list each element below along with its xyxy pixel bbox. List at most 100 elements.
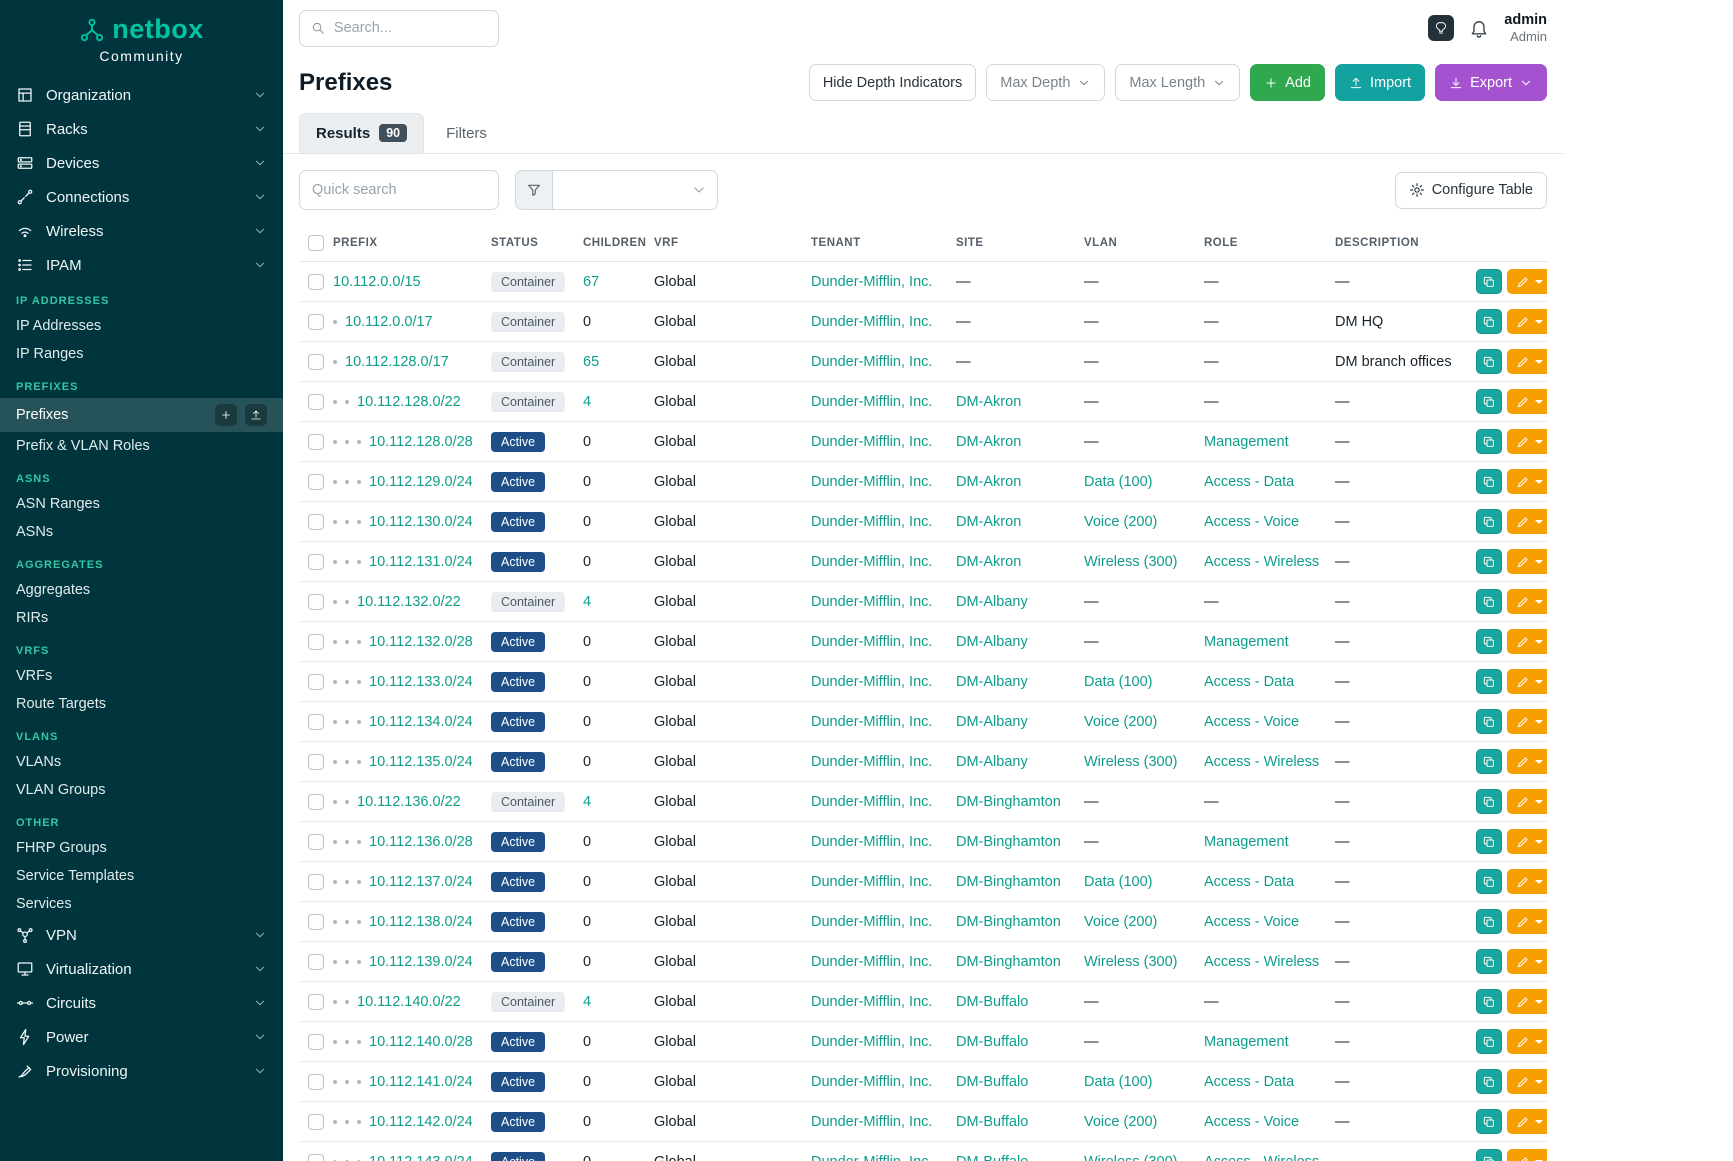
copy-button[interactable] — [1476, 509, 1502, 534]
tenant-link[interactable]: Dunder-Mifflin, Inc. — [811, 554, 932, 570]
edit-button[interactable] — [1507, 389, 1547, 414]
row-checkbox[interactable] — [308, 554, 324, 570]
edit-button[interactable] — [1507, 989, 1547, 1014]
tenant-link[interactable]: Dunder-Mifflin, Inc. — [811, 714, 932, 730]
edit-button[interactable] — [1507, 1029, 1547, 1054]
prefix-link[interactable]: 10.112.0.0/17 — [345, 314, 433, 330]
row-checkbox[interactable] — [308, 954, 324, 970]
sidebar-group-circuits[interactable]: Circuits — [0, 986, 283, 1020]
children-link[interactable]: 65 — [583, 354, 599, 370]
row-checkbox[interactable] — [308, 834, 324, 850]
tenant-link[interactable]: Dunder-Mifflin, Inc. — [811, 994, 932, 1010]
prefix-link[interactable]: 10.112.136.0/22 — [357, 794, 461, 810]
row-checkbox[interactable] — [308, 474, 324, 490]
column-header-vlan[interactable]: VLAN — [1084, 224, 1204, 262]
tenant-link[interactable]: Dunder-Mifflin, Inc. — [811, 914, 932, 930]
tenant-link[interactable]: Dunder-Mifflin, Inc. — [811, 634, 932, 650]
prefix-link[interactable]: 10.112.132.0/22 — [357, 594, 461, 610]
edit-button[interactable] — [1507, 629, 1547, 654]
prefix-link[interactable]: 10.112.137.0/24 — [369, 874, 473, 890]
copy-button[interactable] — [1476, 549, 1502, 574]
site-link[interactable]: DM-Buffalo — [956, 994, 1028, 1010]
tenant-link[interactable]: Dunder-Mifflin, Inc. — [811, 394, 932, 410]
prefix-link[interactable]: 10.112.141.0/24 — [369, 1074, 473, 1090]
sidebar-item-ip-ranges[interactable]: IP Ranges — [0, 340, 283, 368]
edit-button[interactable] — [1507, 309, 1547, 334]
prefix-link[interactable]: 10.112.135.0/24 — [369, 754, 473, 770]
sidebar-item-asns[interactable]: ASNs — [0, 518, 283, 546]
copy-button[interactable] — [1476, 1109, 1502, 1134]
sidebar-item-fhrp-groups[interactable]: FHRP Groups — [0, 834, 283, 862]
row-checkbox[interactable] — [308, 634, 324, 650]
row-checkbox[interactable] — [308, 1074, 324, 1090]
row-checkbox[interactable] — [308, 434, 324, 450]
vlan-link[interactable]: Wireless (300) — [1084, 554, 1177, 570]
select-all-checkbox[interactable] — [308, 235, 324, 251]
configure-table-button[interactable]: Configure Table — [1395, 172, 1547, 209]
edit-button[interactable] — [1507, 349, 1547, 374]
tenant-link[interactable]: Dunder-Mifflin, Inc. — [811, 514, 932, 530]
vlan-link[interactable]: Wireless (300) — [1084, 754, 1177, 770]
edit-button[interactable] — [1507, 949, 1547, 974]
children-link[interactable]: 4 — [583, 394, 591, 410]
prefix-link[interactable]: 10.112.142.0/24 — [369, 1114, 473, 1130]
row-checkbox[interactable] — [308, 314, 324, 330]
hide-depth-indicators-button[interactable]: Hide Depth Indicators — [809, 64, 976, 101]
prefix-link[interactable]: 10.112.139.0/24 — [369, 954, 473, 970]
sidebar-item-vrfs[interactable]: VRFs — [0, 662, 283, 690]
vlan-link[interactable]: Data (100) — [1084, 674, 1153, 690]
quick-add-button[interactable] — [215, 404, 237, 426]
prefix-link[interactable]: 10.112.140.0/28 — [369, 1034, 473, 1050]
row-checkbox[interactable] — [308, 274, 324, 290]
quick-search-input[interactable] — [299, 170, 499, 210]
vlan-link[interactable]: Voice (200) — [1084, 714, 1157, 730]
role-link[interactable]: Access - Wireless — [1204, 754, 1319, 770]
sidebar-item-services[interactable]: Services — [0, 890, 283, 918]
copy-button[interactable] — [1476, 709, 1502, 734]
site-link[interactable]: DM-Akron — [956, 474, 1021, 490]
prefix-link[interactable]: 10.112.140.0/22 — [357, 994, 461, 1010]
row-checkbox[interactable] — [308, 394, 324, 410]
vlan-link[interactable]: Voice (200) — [1084, 914, 1157, 930]
tenant-link[interactable]: Dunder-Mifflin, Inc. — [811, 874, 932, 890]
sidebar-item-route-targets[interactable]: Route Targets — [0, 690, 283, 718]
site-link[interactable]: DM-Binghamton — [956, 954, 1061, 970]
role-link[interactable]: Access - Wireless — [1204, 954, 1319, 970]
edit-button[interactable] — [1507, 509, 1547, 534]
site-link[interactable]: DM-Binghamton — [956, 834, 1061, 850]
tab-results[interactable]: Results 90 — [299, 113, 424, 153]
edit-button[interactable] — [1507, 749, 1547, 774]
sidebar-group-provisioning[interactable]: Provisioning — [0, 1054, 283, 1088]
copy-button[interactable] — [1476, 429, 1502, 454]
copy-button[interactable] — [1476, 309, 1502, 334]
site-link[interactable]: DM-Buffalo — [956, 1154, 1028, 1161]
copy-button[interactable] — [1476, 1149, 1502, 1161]
sidebar-group-racks[interactable]: Racks — [0, 112, 283, 146]
row-checkbox[interactable] — [308, 914, 324, 930]
column-header-vrf[interactable]: VRF — [654, 224, 811, 262]
children-link[interactable]: 4 — [583, 594, 591, 610]
max-depth-dropdown[interactable]: Max Depth — [986, 64, 1105, 101]
copy-button[interactable] — [1476, 589, 1502, 614]
sidebar-item-rirs[interactable]: RIRs — [0, 604, 283, 632]
site-link[interactable]: DM-Albany — [956, 674, 1028, 690]
sidebar-group-ipam[interactable]: IPAM — [0, 248, 283, 282]
prefix-link[interactable]: 10.112.136.0/28 — [369, 834, 473, 850]
site-link[interactable]: DM-Buffalo — [956, 1034, 1028, 1050]
column-header-tenant[interactable]: TENANT — [811, 224, 956, 262]
edit-button[interactable] — [1507, 709, 1547, 734]
site-link[interactable]: DM-Albany — [956, 594, 1028, 610]
prefix-link[interactable]: 10.112.128.0/17 — [345, 354, 449, 370]
sidebar-item-asn-ranges[interactable]: ASN Ranges — [0, 490, 283, 518]
vlan-link[interactable]: Wireless (300) — [1084, 954, 1177, 970]
row-checkbox[interactable] — [308, 674, 324, 690]
edit-button[interactable] — [1507, 909, 1547, 934]
role-link[interactable]: Access - Data — [1204, 1074, 1294, 1090]
sidebar-group-power[interactable]: Power — [0, 1020, 283, 1054]
edit-button[interactable] — [1507, 669, 1547, 694]
prefix-link[interactable]: 10.112.138.0/24 — [369, 914, 473, 930]
column-header-role[interactable]: ROLE — [1204, 224, 1335, 262]
vlan-link[interactable]: Voice (200) — [1084, 514, 1157, 530]
copy-button[interactable] — [1476, 629, 1502, 654]
tenant-link[interactable]: Dunder-Mifflin, Inc. — [811, 1034, 932, 1050]
